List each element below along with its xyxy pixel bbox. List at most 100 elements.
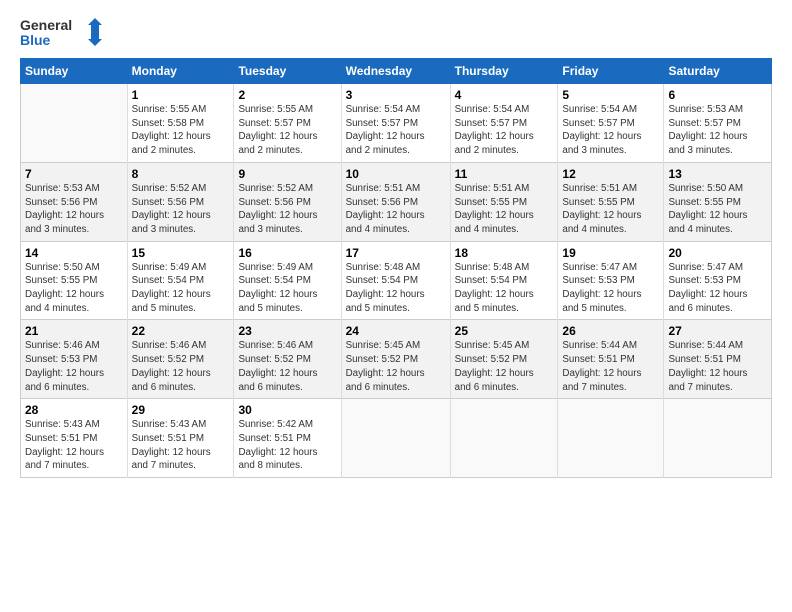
day-info: Sunrise: 5:48 AM Sunset: 5:54 PM Dayligh… bbox=[455, 261, 554, 316]
day-number: 24 bbox=[346, 324, 446, 338]
day-number: 12 bbox=[562, 167, 659, 181]
page: General Blue SundayMondayTuesdayWednesda… bbox=[0, 0, 792, 612]
day-info: Sunrise: 5:45 AM Sunset: 5:52 PM Dayligh… bbox=[346, 339, 446, 394]
day-number: 11 bbox=[455, 167, 554, 181]
calendar-cell: 30Sunrise: 5:42 AM Sunset: 5:51 PM Dayli… bbox=[234, 399, 341, 478]
day-info: Sunrise: 5:55 AM Sunset: 5:58 PM Dayligh… bbox=[132, 103, 230, 158]
day-info: Sunrise: 5:49 AM Sunset: 5:54 PM Dayligh… bbox=[132, 261, 230, 316]
weekday-header-wednesday: Wednesday bbox=[341, 59, 450, 84]
day-number: 28 bbox=[25, 403, 123, 417]
calendar-cell: 7Sunrise: 5:53 AM Sunset: 5:56 PM Daylig… bbox=[21, 162, 128, 241]
day-number: 25 bbox=[455, 324, 554, 338]
svg-text:General: General bbox=[20, 17, 72, 33]
calendar-cell bbox=[664, 399, 772, 478]
day-number: 16 bbox=[238, 246, 336, 260]
calendar-cell: 1Sunrise: 5:55 AM Sunset: 5:58 PM Daylig… bbox=[127, 84, 234, 163]
calendar-cell: 17Sunrise: 5:48 AM Sunset: 5:54 PM Dayli… bbox=[341, 241, 450, 320]
calendar-cell bbox=[450, 399, 558, 478]
day-number: 7 bbox=[25, 167, 123, 181]
day-info: Sunrise: 5:54 AM Sunset: 5:57 PM Dayligh… bbox=[562, 103, 659, 158]
day-number: 21 bbox=[25, 324, 123, 338]
calendar-cell: 16Sunrise: 5:49 AM Sunset: 5:54 PM Dayli… bbox=[234, 241, 341, 320]
day-number: 20 bbox=[668, 246, 767, 260]
day-number: 22 bbox=[132, 324, 230, 338]
day-info: Sunrise: 5:47 AM Sunset: 5:53 PM Dayligh… bbox=[668, 261, 767, 316]
calendar-cell: 5Sunrise: 5:54 AM Sunset: 5:57 PM Daylig… bbox=[558, 84, 664, 163]
calendar-cell bbox=[558, 399, 664, 478]
day-number: 18 bbox=[455, 246, 554, 260]
calendar-cell: 15Sunrise: 5:49 AM Sunset: 5:54 PM Dayli… bbox=[127, 241, 234, 320]
calendar-cell: 24Sunrise: 5:45 AM Sunset: 5:52 PM Dayli… bbox=[341, 320, 450, 399]
day-number: 23 bbox=[238, 324, 336, 338]
svg-text:Blue: Blue bbox=[20, 32, 51, 48]
week-row-1: 7Sunrise: 5:53 AM Sunset: 5:56 PM Daylig… bbox=[21, 162, 772, 241]
day-number: 19 bbox=[562, 246, 659, 260]
calendar-cell bbox=[341, 399, 450, 478]
day-number: 13 bbox=[668, 167, 767, 181]
calendar-cell: 18Sunrise: 5:48 AM Sunset: 5:54 PM Dayli… bbox=[450, 241, 558, 320]
day-number: 8 bbox=[132, 167, 230, 181]
day-info: Sunrise: 5:47 AM Sunset: 5:53 PM Dayligh… bbox=[562, 261, 659, 316]
day-number: 29 bbox=[132, 403, 230, 417]
calendar-cell: 19Sunrise: 5:47 AM Sunset: 5:53 PM Dayli… bbox=[558, 241, 664, 320]
calendar-cell: 8Sunrise: 5:52 AM Sunset: 5:56 PM Daylig… bbox=[127, 162, 234, 241]
calendar-cell: 26Sunrise: 5:44 AM Sunset: 5:51 PM Dayli… bbox=[558, 320, 664, 399]
calendar-cell bbox=[21, 84, 128, 163]
day-number: 15 bbox=[132, 246, 230, 260]
calendar-table: SundayMondayTuesdayWednesdayThursdayFrid… bbox=[20, 58, 772, 478]
day-number: 27 bbox=[668, 324, 767, 338]
day-number: 4 bbox=[455, 88, 554, 102]
logo: General Blue bbox=[20, 16, 110, 48]
calendar-cell: 13Sunrise: 5:50 AM Sunset: 5:55 PM Dayli… bbox=[664, 162, 772, 241]
day-info: Sunrise: 5:54 AM Sunset: 5:57 PM Dayligh… bbox=[346, 103, 446, 158]
weekday-header-sunday: Sunday bbox=[21, 59, 128, 84]
week-row-4: 28Sunrise: 5:43 AM Sunset: 5:51 PM Dayli… bbox=[21, 399, 772, 478]
calendar-cell: 10Sunrise: 5:51 AM Sunset: 5:56 PM Dayli… bbox=[341, 162, 450, 241]
day-info: Sunrise: 5:52 AM Sunset: 5:56 PM Dayligh… bbox=[132, 182, 230, 237]
calendar-cell: 11Sunrise: 5:51 AM Sunset: 5:55 PM Dayli… bbox=[450, 162, 558, 241]
calendar-cell: 20Sunrise: 5:47 AM Sunset: 5:53 PM Dayli… bbox=[664, 241, 772, 320]
calendar-cell: 6Sunrise: 5:53 AM Sunset: 5:57 PM Daylig… bbox=[664, 84, 772, 163]
day-info: Sunrise: 5:50 AM Sunset: 5:55 PM Dayligh… bbox=[25, 261, 123, 316]
day-number: 26 bbox=[562, 324, 659, 338]
week-row-3: 21Sunrise: 5:46 AM Sunset: 5:53 PM Dayli… bbox=[21, 320, 772, 399]
day-number: 10 bbox=[346, 167, 446, 181]
weekday-header-thursday: Thursday bbox=[450, 59, 558, 84]
day-info: Sunrise: 5:43 AM Sunset: 5:51 PM Dayligh… bbox=[132, 418, 230, 473]
calendar-cell: 22Sunrise: 5:46 AM Sunset: 5:52 PM Dayli… bbox=[127, 320, 234, 399]
day-info: Sunrise: 5:53 AM Sunset: 5:56 PM Dayligh… bbox=[25, 182, 123, 237]
day-info: Sunrise: 5:44 AM Sunset: 5:51 PM Dayligh… bbox=[668, 339, 767, 394]
calendar-cell: 28Sunrise: 5:43 AM Sunset: 5:51 PM Dayli… bbox=[21, 399, 128, 478]
week-row-2: 14Sunrise: 5:50 AM Sunset: 5:55 PM Dayli… bbox=[21, 241, 772, 320]
calendar-cell: 23Sunrise: 5:46 AM Sunset: 5:52 PM Dayli… bbox=[234, 320, 341, 399]
calendar-cell: 4Sunrise: 5:54 AM Sunset: 5:57 PM Daylig… bbox=[450, 84, 558, 163]
day-info: Sunrise: 5:46 AM Sunset: 5:53 PM Dayligh… bbox=[25, 339, 123, 394]
weekday-header-saturday: Saturday bbox=[664, 59, 772, 84]
weekday-header-tuesday: Tuesday bbox=[234, 59, 341, 84]
day-number: 1 bbox=[132, 88, 230, 102]
day-number: 3 bbox=[346, 88, 446, 102]
day-info: Sunrise: 5:46 AM Sunset: 5:52 PM Dayligh… bbox=[238, 339, 336, 394]
day-info: Sunrise: 5:51 AM Sunset: 5:56 PM Dayligh… bbox=[346, 182, 446, 237]
calendar-cell: 2Sunrise: 5:55 AM Sunset: 5:57 PM Daylig… bbox=[234, 84, 341, 163]
day-info: Sunrise: 5:49 AM Sunset: 5:54 PM Dayligh… bbox=[238, 261, 336, 316]
day-info: Sunrise: 5:46 AM Sunset: 5:52 PM Dayligh… bbox=[132, 339, 230, 394]
weekday-header-row: SundayMondayTuesdayWednesdayThursdayFrid… bbox=[21, 59, 772, 84]
day-info: Sunrise: 5:43 AM Sunset: 5:51 PM Dayligh… bbox=[25, 418, 123, 473]
day-number: 9 bbox=[238, 167, 336, 181]
week-row-0: 1Sunrise: 5:55 AM Sunset: 5:58 PM Daylig… bbox=[21, 84, 772, 163]
calendar-cell: 29Sunrise: 5:43 AM Sunset: 5:51 PM Dayli… bbox=[127, 399, 234, 478]
header: General Blue bbox=[20, 16, 772, 48]
calendar-cell: 25Sunrise: 5:45 AM Sunset: 5:52 PM Dayli… bbox=[450, 320, 558, 399]
day-info: Sunrise: 5:42 AM Sunset: 5:51 PM Dayligh… bbox=[238, 418, 336, 473]
day-info: Sunrise: 5:52 AM Sunset: 5:56 PM Dayligh… bbox=[238, 182, 336, 237]
calendar-cell: 14Sunrise: 5:50 AM Sunset: 5:55 PM Dayli… bbox=[21, 241, 128, 320]
day-number: 14 bbox=[25, 246, 123, 260]
day-info: Sunrise: 5:48 AM Sunset: 5:54 PM Dayligh… bbox=[346, 261, 446, 316]
logo-svg: General Blue bbox=[20, 16, 110, 48]
weekday-header-friday: Friday bbox=[558, 59, 664, 84]
calendar-cell: 27Sunrise: 5:44 AM Sunset: 5:51 PM Dayli… bbox=[664, 320, 772, 399]
day-info: Sunrise: 5:45 AM Sunset: 5:52 PM Dayligh… bbox=[455, 339, 554, 394]
day-info: Sunrise: 5:54 AM Sunset: 5:57 PM Dayligh… bbox=[455, 103, 554, 158]
calendar-cell: 3Sunrise: 5:54 AM Sunset: 5:57 PM Daylig… bbox=[341, 84, 450, 163]
